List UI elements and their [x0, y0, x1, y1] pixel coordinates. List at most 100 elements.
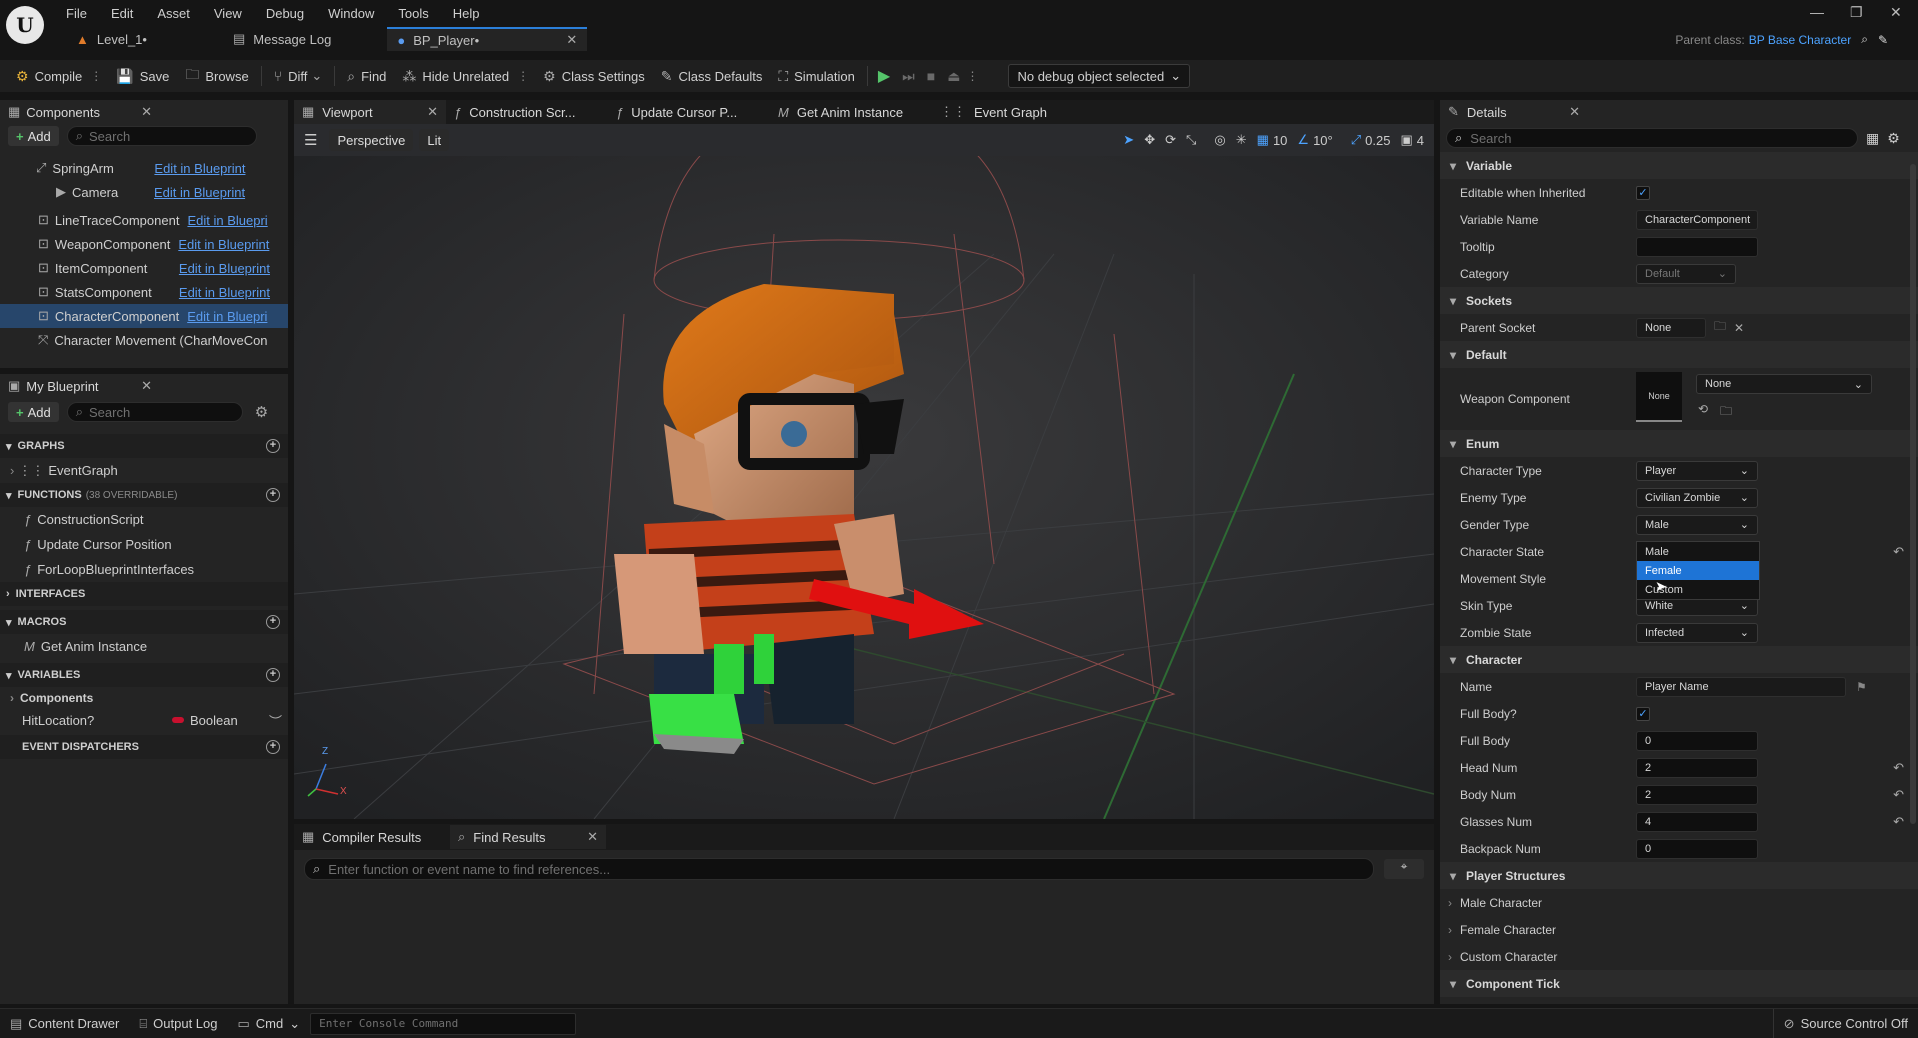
rotate-icon[interactable]: ⟳	[1165, 132, 1176, 148]
menu-debug[interactable]: Debug	[266, 6, 304, 21]
gear-icon[interactable]: ⚙	[1887, 130, 1900, 147]
lit-button[interactable]: Lit	[419, 129, 450, 151]
diff-button[interactable]: ⑂ Diff ⌄	[266, 62, 331, 90]
close-icon[interactable]: ✕	[1569, 104, 1580, 120]
add-macro-icon[interactable]: +	[266, 615, 280, 629]
zombie-state-combo[interactable]: Infected ⌄	[1636, 622, 1758, 643]
section-enum[interactable]: Enum	[1440, 430, 1918, 457]
menu-file[interactable]: File	[66, 6, 87, 21]
tab-find-results[interactable]: ⌕ Find Results ✕	[450, 825, 606, 849]
perspective-button[interactable]: Perspective	[329, 129, 414, 151]
edit-in-blueprint-link[interactable]: Edit in Blueprint	[154, 185, 245, 200]
section-macros[interactable]: ▾ MACROS +	[0, 610, 288, 634]
tree-item-camera[interactable]: ▶ Camera Edit in Blueprint	[0, 180, 288, 204]
menu-window[interactable]: Window	[328, 6, 374, 21]
close-icon[interactable]: ✕	[141, 104, 152, 120]
section-event-dispatchers[interactable]: EVENT DISPATCHERS +	[0, 735, 288, 759]
tab-my-blueprint[interactable]: ▣ My Blueprint ✕	[0, 374, 160, 398]
compile-options-icon[interactable]: ⋮	[90, 69, 102, 83]
macro-item[interactable]: M Get Anim Instance	[0, 634, 288, 659]
edit-icon[interactable]: ✎	[1878, 33, 1888, 47]
find-references-input[interactable]: ⌕ Enter function or event name to find re…	[304, 858, 1375, 880]
search-icon[interactable]: ⌕	[1861, 32, 1868, 47]
tree-item-stats[interactable]: ⊡ StatsComponent Edit in Blueprint	[0, 280, 288, 304]
tab-construction-script[interactable]: ƒ Construction Scr...	[446, 100, 608, 124]
visibility-eye-icon[interactable]: ︶	[269, 711, 282, 730]
tree-item-weapon[interactable]: ⊡ WeaponComponent Edit in Blueprint	[0, 232, 288, 256]
surface-snap-icon[interactable]: ✳	[1236, 132, 1247, 148]
character-type-combo[interactable]: Player ⌄	[1636, 460, 1758, 481]
tree-item-character[interactable]: ⊡ CharacterComponent Edit in Bluepri	[0, 304, 288, 328]
add-function-icon[interactable]: +	[266, 488, 280, 502]
select-icon[interactable]: ➤	[1123, 132, 1134, 148]
hamburger-menu-icon[interactable]: ☰	[304, 131, 317, 149]
category-combo[interactable]: Default ⌄	[1636, 263, 1736, 284]
viewport-canvas[interactable]: Z X	[294, 134, 1434, 819]
reset-icon[interactable]: ↶	[1893, 544, 1904, 560]
dropdown-option-male[interactable]: Male	[1637, 542, 1759, 561]
browse-asset-icon[interactable]: 🗀	[1720, 402, 1732, 423]
browse-button[interactable]: 🗀 Browse	[177, 62, 256, 90]
tab-update-cursor[interactable]: ƒ Update Cursor P...	[608, 100, 770, 124]
close-icon[interactable]: ✕	[587, 829, 598, 845]
section-interfaces[interactable]: › INTERFACES	[0, 582, 288, 606]
components-search-input[interactable]: ⌕ Search	[66, 126, 257, 146]
simulation-button[interactable]: ⛶ Simulation	[770, 62, 863, 90]
full-body-checkbox[interactable]: ✓	[1636, 706, 1650, 721]
tree-item-linetrace[interactable]: ⊡ LineTraceComponent Edit in Bluepri	[0, 208, 288, 232]
add-member-button[interactable]: + Add	[8, 402, 59, 422]
tab-get-anim-instance[interactable]: M Get Anim Instance	[770, 100, 932, 124]
source-control-button[interactable]: ⊘ Source Control Off	[1772, 1008, 1918, 1038]
gear-icon[interactable]: ⚙	[255, 403, 268, 421]
weapon-thumbnail[interactable]: None	[1636, 372, 1682, 422]
localize-flag-icon[interactable]: ⚑	[1856, 680, 1867, 694]
use-selected-icon[interactable]: ⟲	[1698, 402, 1708, 416]
menu-asset[interactable]: Asset	[157, 6, 190, 21]
row-female-character[interactable]: › Female Character	[1440, 916, 1918, 943]
close-icon[interactable]: ✕	[566, 32, 577, 48]
head-num-field[interactable]: 2	[1636, 757, 1758, 778]
add-variable-icon[interactable]: +	[266, 668, 280, 682]
edit-in-blueprint-link[interactable]: Edit in Bluepri	[187, 213, 267, 228]
binoculars-icon[interactable]: ⌖	[1384, 859, 1424, 879]
close-icon[interactable]: ✕	[427, 104, 438, 120]
section-functions[interactable]: ▾ FUNCTIONS (38 OVERRIDABLE) +	[0, 483, 288, 507]
scale-icon[interactable]: ⤡	[1186, 132, 1196, 148]
function-item[interactable]: ƒ ForLoopBlueprintInterfaces	[0, 557, 288, 582]
weapon-combo[interactable]: None ⌄	[1696, 374, 1872, 394]
grid-snap-toggle[interactable]: ▦ 10	[1257, 132, 1288, 148]
section-character[interactable]: Character	[1440, 646, 1918, 673]
cmd-button[interactable]: ▭ Cmd ⌄	[227, 1009, 310, 1038]
tree-item-movement[interactable]: ⤧ Character Movement (CharMoveCon	[0, 328, 288, 352]
console-command-input[interactable]: Enter Console Command	[310, 1012, 577, 1035]
content-drawer-button[interactable]: ▤ Content Drawer	[0, 1009, 129, 1038]
parent-socket-field[interactable]: None	[1636, 317, 1706, 338]
section-graphs[interactable]: ▾ GRAPHS +	[0, 434, 288, 458]
output-log-button[interactable]: ⌸ Output Log	[129, 1009, 227, 1038]
section-default[interactable]: Default	[1440, 341, 1918, 368]
parent-class-link[interactable]: BP Base Character	[1749, 33, 1852, 47]
close-window-icon[interactable]: ✕	[1890, 4, 1902, 21]
my-blueprint-search-input[interactable]: ⌕ Search	[66, 402, 243, 422]
tab-details[interactable]: ✎ Details ✕	[1440, 100, 1588, 124]
camera-speed-button[interactable]: ▣ 4	[1400, 132, 1424, 148]
edit-in-blueprint-link[interactable]: Edit in Blueprint	[154, 161, 245, 176]
scale-snap-toggle[interactable]: ⤢ 0.25	[1351, 132, 1391, 148]
function-item[interactable]: ƒ Update Cursor Position	[0, 532, 288, 557]
reset-icon[interactable]: ↶	[1893, 814, 1904, 830]
debug-object-select[interactable]: No debug object selected ⌄	[1008, 64, 1191, 88]
graph-item[interactable]: › ⋮⋮ EventGraph	[0, 458, 288, 483]
details-search-input[interactable]: ⌕ Search	[1446, 128, 1858, 148]
editable-inherited-checkbox[interactable]: ✓	[1636, 185, 1650, 200]
world-local-icon[interactable]: ◎	[1214, 132, 1225, 148]
close-icon[interactable]: ✕	[141, 378, 152, 394]
play-icon[interactable]: ▶	[878, 66, 890, 86]
backpack-num-field[interactable]: 0	[1636, 838, 1758, 859]
class-defaults-button[interactable]: ✎ Class Defaults	[653, 62, 771, 90]
rotation-snap-toggle[interactable]: ∠ 10°	[1297, 132, 1332, 148]
add-component-button[interactable]: + Add	[8, 126, 59, 146]
tab-message-log[interactable]: ▤ Message Log	[223, 27, 341, 51]
reset-icon[interactable]: ↶	[1893, 787, 1904, 803]
enemy-type-combo[interactable]: Civilian Zombie ⌄	[1636, 487, 1758, 508]
tab-components[interactable]: ▦ Components ✕	[0, 100, 160, 124]
